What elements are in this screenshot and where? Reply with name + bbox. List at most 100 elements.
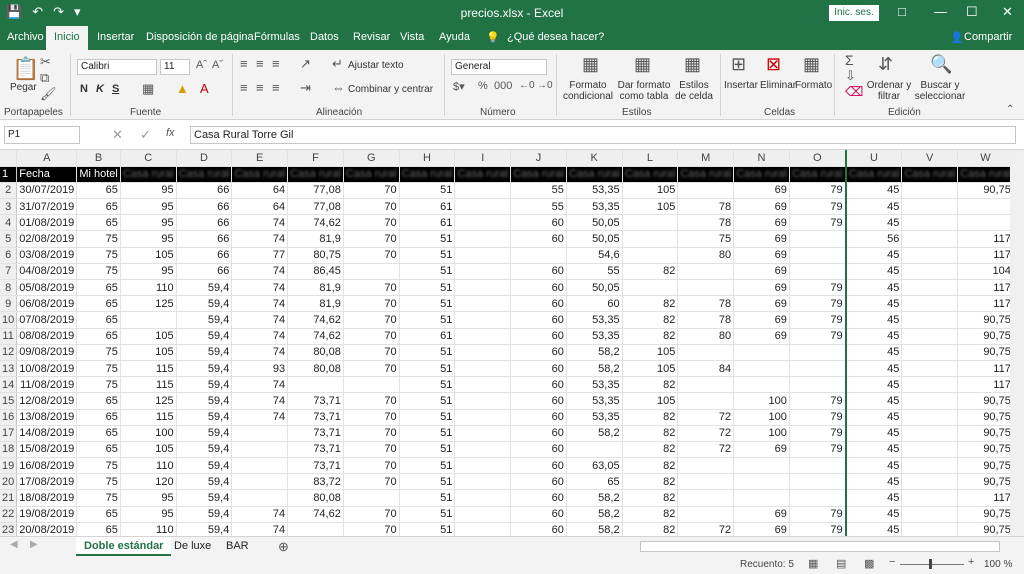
row-header[interactable]: 23 <box>0 522 18 536</box>
table-cell[interactable]: 60 <box>510 489 567 507</box>
table-cell[interactable]: 81,9 <box>287 230 344 248</box>
table-cell[interactable]: 18/08/2019 <box>16 489 78 507</box>
table-cell[interactable]: 74 <box>231 279 289 297</box>
table-cell[interactable]: 51 <box>399 409 456 426</box>
table-cell[interactable]: 77,08 <box>287 198 344 216</box>
table-cell[interactable]: 95 <box>120 506 177 523</box>
table-cell[interactable]: 61 <box>399 198 456 216</box>
header-cell[interactable]: Casa rural <box>120 166 177 183</box>
header-cell[interactable]: Casa rural <box>231 166 289 183</box>
zoom-in-icon[interactable]: + <box>968 556 974 568</box>
table-cell[interactable] <box>789 344 847 361</box>
table-cell[interactable]: 115 <box>120 376 177 394</box>
table-cell[interactable]: 59,4 <box>176 489 233 507</box>
table-cell[interactable]: 115 <box>120 360 177 378</box>
table-cell[interactable] <box>231 457 289 475</box>
italic-button[interactable]: K <box>96 83 104 95</box>
header-cell[interactable]: Casa rural <box>343 166 400 183</box>
table-cell[interactable]: 74,62 <box>287 506 344 523</box>
table-cell[interactable]: 59,4 <box>176 506 233 523</box>
table-cell[interactable]: 93 <box>231 360 289 378</box>
table-cell[interactable]: 58,2 <box>566 522 623 536</box>
font-size-select[interactable]: 11 <box>160 59 190 75</box>
table-cell[interactable] <box>287 376 344 394</box>
close-icon[interactable]: ✕ <box>1002 4 1013 20</box>
table-cell[interactable] <box>733 457 790 475</box>
table-cell[interactable]: 78 <box>677 311 735 329</box>
table-cell[interactable]: 74 <box>231 295 289 313</box>
table-cell[interactable]: 70 <box>343 198 400 216</box>
row-header[interactable]: 3 <box>0 198 18 216</box>
table-cell[interactable]: 82 <box>622 263 679 281</box>
table-cell[interactable]: 78 <box>677 214 735 232</box>
table-cell[interactable]: 110 <box>120 522 177 536</box>
table-cell[interactable]: 65 <box>76 506 121 523</box>
table-cell[interactable]: 66 <box>176 247 233 264</box>
table-cell[interactable]: 45 <box>844 506 903 523</box>
table-cell[interactable]: 60 <box>510 457 567 475</box>
table-cell[interactable]: 70 <box>343 409 400 426</box>
format-table-icon[interactable]: ▦ <box>634 54 651 75</box>
row-header[interactable]: 6 <box>0 247 18 264</box>
table-cell[interactable] <box>231 441 289 459</box>
sheet-tab-de-luxe[interactable]: De luxe <box>166 537 219 556</box>
table-cell[interactable]: 69 <box>733 522 790 536</box>
table-cell[interactable]: 54,6 <box>566 247 623 264</box>
font-name-select[interactable]: Calibri <box>77 59 157 75</box>
table-cell[interactable]: 90,75 <box>957 409 1010 426</box>
table-cell[interactable]: 117 <box>957 279 1010 297</box>
tab-revisar[interactable]: Revisar <box>353 31 390 43</box>
column-header[interactable]: W <box>957 150 1010 167</box>
table-cell[interactable]: 74 <box>231 506 289 523</box>
table-cell[interactable]: 79 <box>789 311 847 329</box>
table-cell[interactable]: 51 <box>399 311 456 329</box>
table-cell[interactable]: 95 <box>120 230 177 248</box>
table-cell[interactable] <box>454 182 512 200</box>
table-cell[interactable]: 72 <box>677 441 735 459</box>
paste-icon[interactable]: 📋 <box>12 56 39 82</box>
table-cell[interactable]: 105 <box>120 344 177 361</box>
table-cell[interactable]: 07/08/2019 <box>16 311 78 329</box>
table-cell[interactable]: 45 <box>844 198 903 216</box>
header-cell[interactable]: Casa rural <box>454 166 512 183</box>
table-cell[interactable]: 51 <box>399 425 456 442</box>
table-cell[interactable]: 80 <box>677 328 735 345</box>
table-cell[interactable] <box>733 376 790 394</box>
table-cell[interactable] <box>901 198 959 216</box>
table-cell[interactable]: 100 <box>733 392 790 410</box>
table-cell[interactable]: 79 <box>789 506 847 523</box>
table-cell[interactable]: 105 <box>120 247 177 264</box>
table-cell[interactable] <box>789 489 847 507</box>
table-cell[interactable]: 65 <box>76 392 121 410</box>
table-cell[interactable]: 69 <box>733 279 790 297</box>
add-sheet-icon[interactable]: ⊕ <box>278 539 289 555</box>
table-cell[interactable]: 70 <box>343 295 400 313</box>
table-cell[interactable]: 60 <box>566 295 623 313</box>
table-cell[interactable]: 53,35 <box>566 376 623 394</box>
row-header[interactable]: 2 <box>0 182 18 200</box>
table-cell[interactable]: 69 <box>733 311 790 329</box>
table-cell[interactable]: 83,72 <box>287 473 344 491</box>
table-cell[interactable]: 69 <box>733 182 790 200</box>
column-header[interactable]: D <box>176 150 233 167</box>
table-cell[interactable]: 117 <box>957 376 1010 394</box>
table-cell[interactable] <box>789 473 847 491</box>
underline-button[interactable]: S <box>112 83 119 95</box>
table-cell[interactable] <box>733 360 790 378</box>
normal-view-icon[interactable]: ▦ <box>808 557 818 570</box>
table-cell[interactable]: 117 <box>957 360 1010 378</box>
table-cell[interactable] <box>733 489 790 507</box>
table-cell[interactable]: 69 <box>733 441 790 459</box>
header-cell[interactable]: Casa rural <box>622 166 679 183</box>
cell-styles-icon[interactable]: ▦ <box>684 54 701 75</box>
table-cell[interactable]: 69 <box>733 230 790 248</box>
table-cell[interactable]: 59,4 <box>176 279 233 297</box>
table-cell[interactable]: 90,75 <box>957 457 1010 475</box>
table-cell[interactable]: 66 <box>176 214 233 232</box>
table-cell[interactable] <box>454 279 512 297</box>
table-cell[interactable]: 115 <box>120 409 177 426</box>
table-cell[interactable]: 82 <box>622 295 679 313</box>
table-cell[interactable]: 59,4 <box>176 457 233 475</box>
table-cell[interactable]: 59,4 <box>176 473 233 491</box>
table-cell[interactable] <box>901 295 959 313</box>
